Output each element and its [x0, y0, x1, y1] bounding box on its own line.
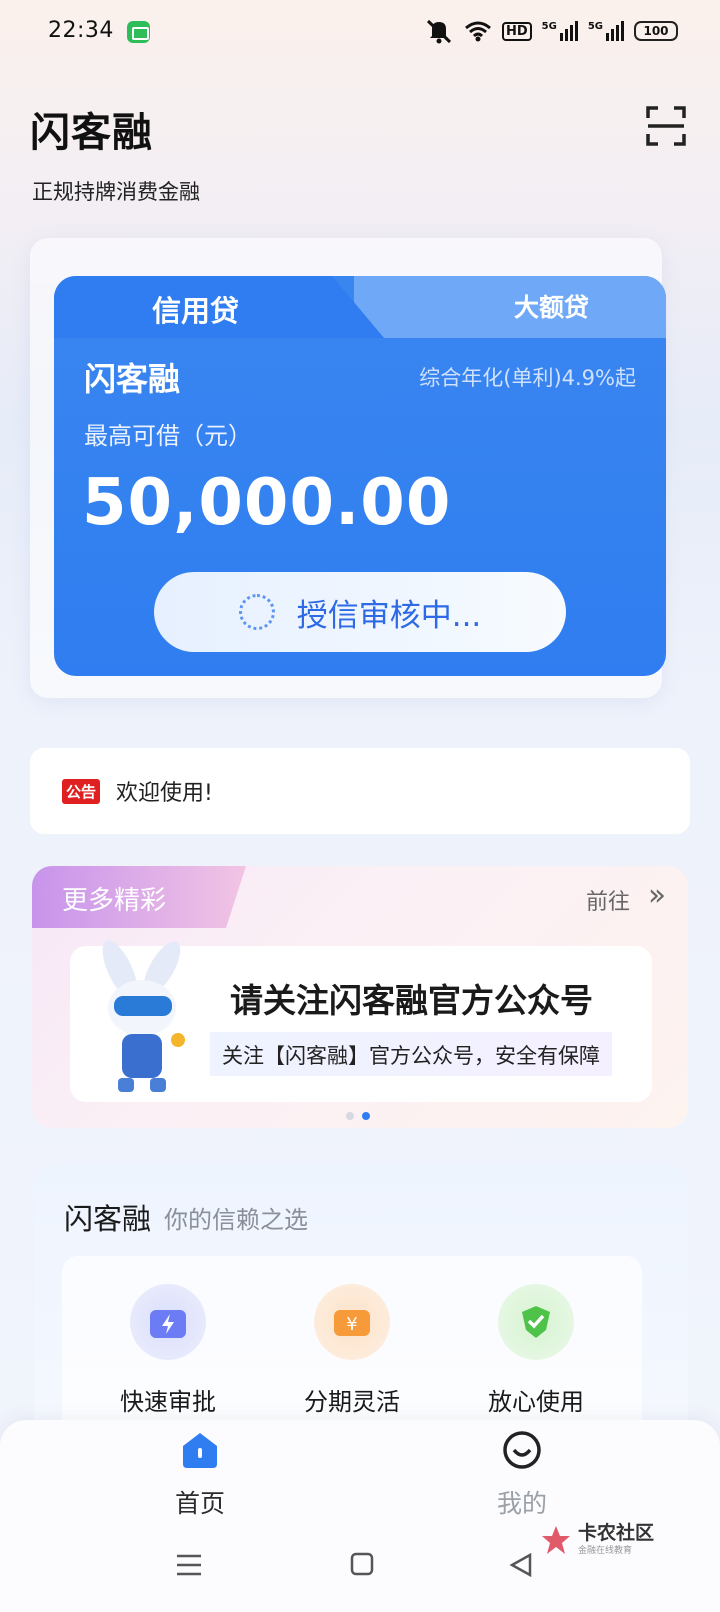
scan-icon[interactable] — [646, 106, 686, 146]
more-go-link[interactable]: 前往 — [586, 884, 630, 916]
chat-notification-icon — [127, 21, 150, 43]
tab-large-loan[interactable]: 大额贷 — [354, 276, 666, 338]
status-icons: HD 5G 5G 100 — [424, 18, 678, 44]
max-amount-label: 最高可借（元） — [84, 422, 252, 450]
notice-bar[interactable]: 公告 欢迎使用! — [30, 748, 690, 834]
watermark-subtitle: 金融在线教育 — [578, 1546, 633, 1556]
app-subtitle: 正规持牌消费金融 — [32, 180, 200, 204]
promo-banner[interactable]: 请关注闪客融官方公众号 关注【闪客融】官方公众号，安全有保障 — [70, 940, 652, 1102]
carousel-dot[interactable] — [346, 1112, 354, 1120]
more-title: 更多精彩 — [62, 886, 167, 916]
watermark: 卡农社区 金融在线教育 — [540, 1524, 654, 1556]
credit-status-text: 授信审核中... — [296, 597, 482, 634]
tab-credit-loan[interactable]: 信用贷 — [54, 276, 384, 338]
signal-icon: 5G — [542, 21, 578, 41]
tab-mine[interactable]: 我的 — [472, 1430, 572, 1520]
hd-icon: HD — [501, 21, 532, 41]
svg-text:¥: ¥ — [346, 1314, 357, 1335]
mute-icon — [426, 19, 452, 44]
credit-status-button[interactable]: 授信审核中... — [154, 572, 566, 652]
system-nav-bar — [0, 1552, 720, 1592]
watermark-title: 卡农社区 — [578, 1522, 655, 1544]
back-triangle-icon[interactable] — [508, 1552, 534, 1578]
features-slogan: 你的信赖之选 — [164, 1206, 308, 1234]
features-section: 闪客融 你的信赖之选 快速审批 ¥ 分期灵活 放心使用 — [34, 1164, 688, 1464]
feature-safe-use: 放心使用 — [456, 1284, 616, 1417]
feature-fast-approval: 快速审批 — [88, 1284, 248, 1417]
wifi-icon — [465, 21, 491, 42]
rate-text: 综合年化(单利)4.9%起 — [419, 366, 636, 390]
home-icon — [183, 1433, 217, 1468]
feature-flexible-installment: ¥ 分期灵活 — [272, 1284, 432, 1417]
home-square-icon[interactable] — [350, 1552, 374, 1576]
features-brand: 闪客融 — [64, 1202, 152, 1236]
yen-icon: ¥ — [314, 1284, 390, 1360]
smile-icon — [503, 1431, 541, 1469]
loading-spinner-icon — [238, 594, 275, 630]
product-name: 闪客融 — [84, 360, 181, 398]
status-time: 22:34 — [48, 18, 114, 43]
banner-subtitle: 关注【闪客融】官方公众号，安全有保障 — [210, 1032, 612, 1076]
app-logo: 闪客融 — [30, 110, 153, 156]
menu-icon[interactable] — [176, 1552, 202, 1578]
carousel-indicator — [346, 1112, 370, 1120]
tab-home[interactable]: 首页 — [150, 1430, 250, 1520]
carousel-dot-active[interactable] — [362, 1112, 370, 1120]
notice-badge: 公告 — [62, 778, 101, 804]
double-chevron-right-icon[interactable]: ›› — [648, 878, 666, 913]
notice-text: 欢迎使用! — [116, 781, 213, 806]
more-section: 更多精彩 前往 ›› 请关注闪客融官方公众号 关注【闪客融】官方公众号，安全有保… — [32, 866, 688, 1128]
loan-card: 大额贷 信用贷 闪客融 综合年化(单利)4.9%起 最高可借（元） 50,000… — [54, 276, 666, 676]
signal-icon-2: 5G — [588, 21, 624, 41]
max-amount: 50,000.00 — [82, 466, 452, 540]
watermark-logo-icon — [542, 1526, 570, 1554]
battery-icon: 100 — [634, 21, 678, 41]
rabbit-mascot-icon — [102, 940, 185, 1092]
check-shield-icon — [498, 1284, 574, 1360]
lightning-icon — [130, 1284, 206, 1360]
banner-title: 请关注闪客融官方公众号 — [230, 981, 593, 1020]
